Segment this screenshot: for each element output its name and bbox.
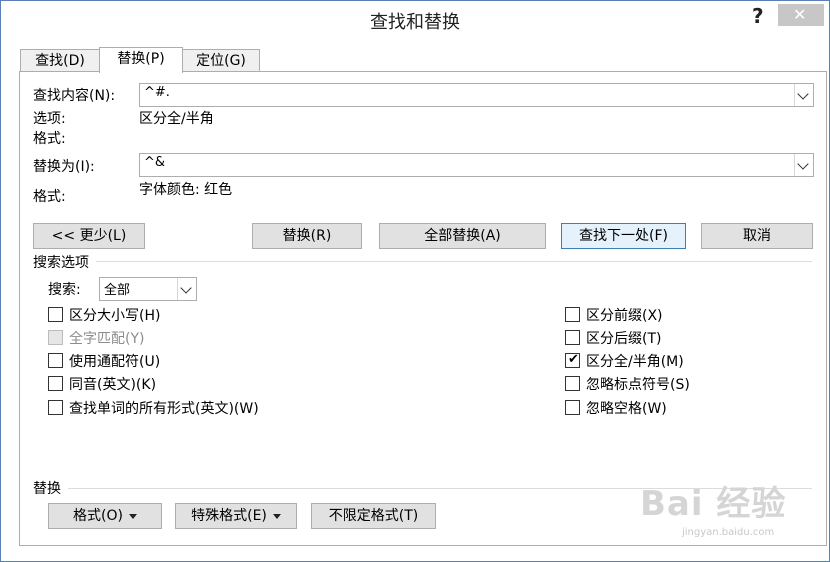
replace-with-value: ^&: [144, 155, 166, 170]
close-icon: ✕: [793, 5, 807, 24]
wildcards-label: 使用通配符(U): [69, 354, 161, 370]
close-button[interactable]: ✕: [778, 4, 824, 26]
special-button[interactable]: 特殊格式(E): [175, 503, 297, 529]
replace-with-combo[interactable]: ^&: [139, 153, 814, 177]
sounds-like-checkbox[interactable]: [48, 376, 63, 391]
all-word-forms-label: 查找单词的所有形式(英文)(W): [69, 401, 259, 417]
match-suffix-label: 区分后缀(T): [586, 331, 662, 347]
section-divider: [96, 261, 812, 262]
find-format-label: 格式:: [33, 131, 66, 147]
dropdown-arrow-icon: [128, 513, 137, 519]
ignore-whitespace-label: 忽略空格(W): [586, 401, 667, 417]
replace-with-label: 替换为(I):: [33, 159, 95, 175]
chevron-down-icon[interactable]: [794, 154, 813, 176]
dialog-title: 查找和替换: [370, 12, 460, 33]
find-what-value: ^#.: [144, 85, 170, 100]
tab-replace[interactable]: 替换(P): [99, 47, 183, 73]
options-label: 选项:: [33, 111, 66, 127]
baidu-watermark-url: jingyan.baidu.com: [682, 527, 775, 538]
baidu-watermark: Bai 经验: [640, 484, 787, 524]
whole-word-label: 全字匹配(Y): [69, 331, 145, 347]
tab-goto[interactable]: 定位(G): [182, 49, 260, 72]
replace-all-button[interactable]: 全部替换(A): [379, 223, 546, 249]
search-direction-value: 全部: [104, 283, 131, 298]
ignore-punctuation-label: 忽略标点符号(S): [586, 377, 690, 393]
format-button[interactable]: 格式(O): [48, 503, 162, 529]
match-width-label: 区分全/半角(M): [586, 354, 684, 370]
find-what-label: 查找内容(N):: [33, 88, 116, 104]
all-word-forms-checkbox[interactable]: [48, 400, 63, 415]
wildcards-checkbox[interactable]: [48, 353, 63, 368]
find-next-button[interactable]: 查找下一处(F): [561, 223, 686, 249]
sounds-like-label: 同音(英文)(K): [69, 377, 157, 393]
match-prefix-label: 区分前缀(X): [586, 308, 663, 324]
dropdown-arrow-icon: [272, 513, 281, 519]
match-prefix-checkbox[interactable]: [565, 307, 580, 322]
replace-format-label: 格式:: [33, 189, 66, 205]
ignore-punctuation-checkbox[interactable]: [565, 376, 580, 391]
match-case-label: 区分大小写(H): [69, 308, 161, 324]
search-direction-label: 搜索:: [48, 282, 81, 298]
ignore-whitespace-checkbox[interactable]: [565, 400, 580, 415]
special-button-label: 特殊格式(E): [191, 508, 267, 524]
find-what-combo[interactable]: ^#.: [139, 83, 814, 107]
chevron-down-icon[interactable]: [177, 278, 196, 300]
match-suffix-checkbox[interactable]: [565, 330, 580, 345]
help-button[interactable]: ?: [752, 4, 764, 28]
no-formatting-button[interactable]: 不限定格式(T): [311, 503, 436, 529]
chevron-down-icon[interactable]: [794, 84, 813, 106]
whole-word-checkbox[interactable]: [48, 330, 63, 345]
replace-format-value: 字体颜色: 红色: [139, 182, 233, 198]
format-button-label: 格式(O): [73, 508, 123, 524]
replace-section-heading: 替换: [33, 481, 61, 497]
tab-find[interactable]: 查找(D): [20, 49, 100, 72]
options-value: 区分全/半角: [139, 111, 214, 127]
search-direction-select[interactable]: 全部: [99, 277, 197, 301]
search-options-heading: 搜索选项: [33, 255, 89, 271]
cancel-button[interactable]: 取消: [701, 223, 813, 249]
replace-button[interactable]: 替换(R): [252, 223, 362, 249]
match-width-checkbox[interactable]: ✔: [565, 353, 580, 368]
match-case-checkbox[interactable]: [48, 307, 63, 322]
checkmark-icon: ✔: [568, 352, 579, 367]
less-button[interactable]: << 更少(L): [33, 223, 145, 249]
